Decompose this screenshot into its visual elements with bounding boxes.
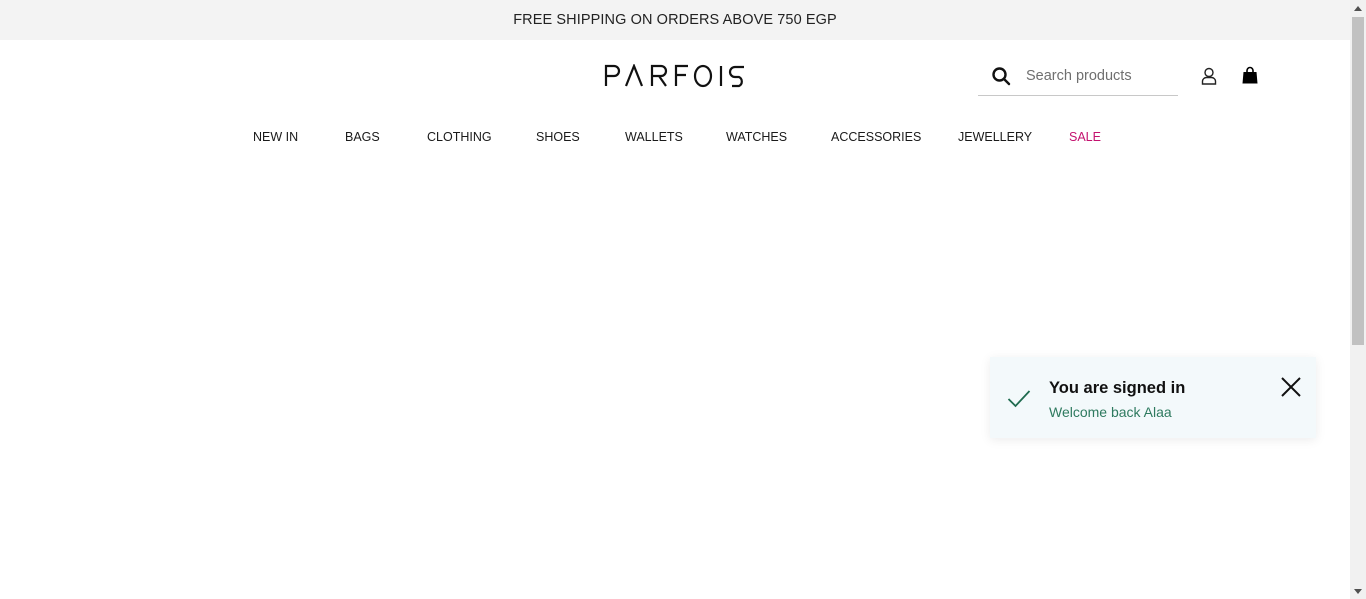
parfois-logo[interactable] xyxy=(604,64,746,88)
page-scrollbar[interactable] xyxy=(1350,0,1366,599)
user-icon[interactable] xyxy=(1200,67,1218,85)
scrollbar-thumb[interactable] xyxy=(1352,17,1364,345)
nav-item-clothing[interactable]: CLOTHING xyxy=(427,130,492,144)
shopping-bag-icon[interactable] xyxy=(1241,66,1259,84)
nav-item-new-in[interactable]: NEW IN xyxy=(253,130,298,144)
promo-bar: FREE SHIPPING ON ORDERS ABOVE 750 EGP xyxy=(0,0,1350,40)
scroll-down-arrow-icon[interactable] xyxy=(1350,583,1366,599)
nav-item-bags[interactable]: BAGS xyxy=(345,130,380,144)
nav-item-jewellery[interactable]: JEWELLERY xyxy=(958,130,1032,144)
main-navigation: NEW IN BAGS CLOTHING SHOES WALLETS WATCH… xyxy=(0,120,1350,155)
nav-item-accessories[interactable]: ACCESSORIES xyxy=(831,130,921,144)
toast-title: You are signed in xyxy=(1049,379,1186,397)
nav-item-shoes[interactable]: SHOES xyxy=(536,130,580,144)
search-box xyxy=(978,56,1178,96)
site-header xyxy=(0,40,1350,120)
checkmark-icon xyxy=(1007,390,1031,408)
scroll-up-arrow-icon[interactable] xyxy=(1350,0,1366,16)
nav-item-wallets[interactable]: WALLETS xyxy=(625,130,683,144)
signed-in-toast: You are signed in Welcome back Alaa xyxy=(990,357,1316,438)
search-input[interactable] xyxy=(1024,60,1178,91)
toast-message: Welcome back Alaa xyxy=(1049,404,1172,420)
nav-item-watches[interactable]: WATCHES xyxy=(726,130,787,144)
nav-item-sale[interactable]: SALE xyxy=(1069,130,1101,144)
promo-text: FREE SHIPPING ON ORDERS ABOVE 750 EGP xyxy=(513,12,837,28)
search-icon[interactable] xyxy=(991,66,1011,86)
close-icon[interactable] xyxy=(1280,376,1302,398)
